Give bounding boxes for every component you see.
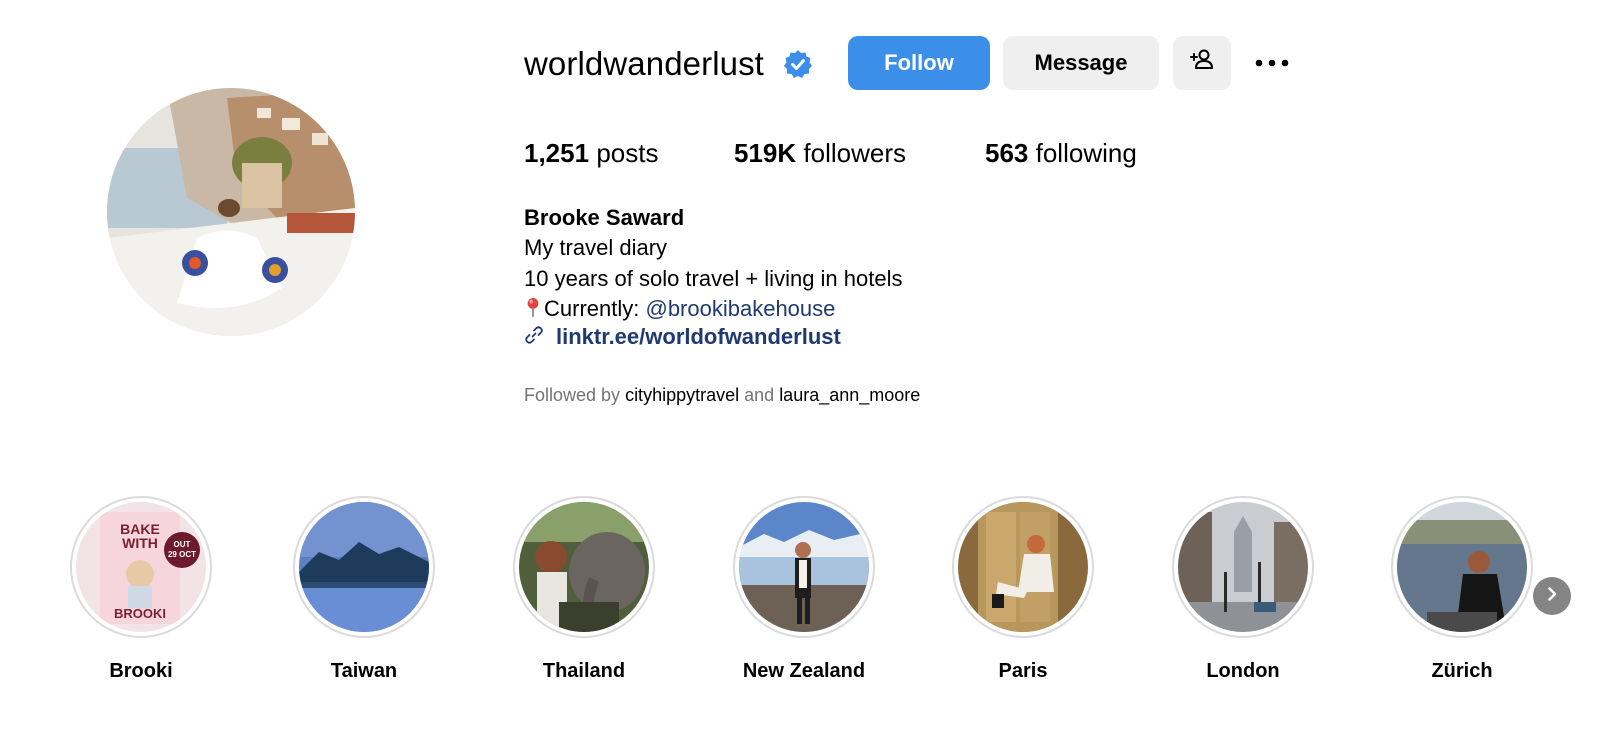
avatar-image xyxy=(107,88,355,336)
highlight-ring: BAKE WITH BROOKI OUT 29 OCT xyxy=(70,496,212,638)
highlight-item[interactable]: Zürich xyxy=(1387,496,1537,683)
highlight-item[interactable]: Thailand xyxy=(509,496,659,683)
highlight-item[interactable]: Paris xyxy=(948,496,1098,683)
highlight-label: Zürich xyxy=(1431,660,1493,682)
more-options-icon[interactable] xyxy=(1252,48,1292,78)
following-label: following xyxy=(1035,138,1137,168)
follower-username[interactable]: laura_ann_moore xyxy=(779,385,920,405)
highlight-cover: BAKE WITH BROOKI OUT 29 OCT xyxy=(76,502,206,632)
book-title-line: WITH xyxy=(122,535,158,551)
link-icon xyxy=(524,325,544,350)
badge-line: OUT xyxy=(174,540,191,549)
verified-badge-icon xyxy=(782,48,814,80)
following-count[interactable]: 563 following xyxy=(985,136,1137,170)
highlight-item[interactable]: BAKE WITH BROOKI OUT 29 OCT Brooki xyxy=(66,496,216,683)
add-user-icon xyxy=(1188,46,1216,80)
follow-button[interactable]: Follow xyxy=(848,36,990,90)
posts-number: 1,251 xyxy=(524,138,590,168)
highlight-label: Thailand xyxy=(542,660,626,682)
highlight-ring xyxy=(1172,496,1314,638)
highlight-label: Brooki xyxy=(109,660,173,682)
highlight-label: Paris xyxy=(998,660,1048,682)
highlight-ring xyxy=(293,496,435,638)
highlight-label: Taiwan xyxy=(330,660,398,682)
message-button[interactable]: Message xyxy=(1003,36,1159,90)
bio-line: 10 years of solo travel + living in hote… xyxy=(524,266,903,291)
suggested-users-button[interactable] xyxy=(1173,36,1231,90)
highlight-cover xyxy=(519,502,649,632)
followed-by-and: and xyxy=(744,385,775,405)
highlight-cover xyxy=(958,502,1088,632)
highlight-item[interactable]: London xyxy=(1168,496,1318,683)
followed-by-line: Followed by cityhippytravel and laura_an… xyxy=(524,382,920,408)
highlight-cover xyxy=(1178,502,1308,632)
profile-username: worldwanderlust xyxy=(524,45,764,82)
book-title-line: BROOKI xyxy=(114,606,166,621)
highlights-next-button[interactable] xyxy=(1533,577,1571,615)
highlight-ring xyxy=(513,496,655,638)
highlight-ring xyxy=(733,496,875,638)
posts-label: posts xyxy=(596,138,659,168)
link-text[interactable]: linktr.ee/worldofwanderlust xyxy=(556,324,841,350)
highlight-label: London xyxy=(1206,660,1280,682)
pin-icon xyxy=(524,296,544,326)
bio-current-line: Currently: @brookibakehouse xyxy=(524,294,835,326)
follower-username[interactable]: cityhippytravel xyxy=(625,385,739,405)
badge-line: 29 OCT xyxy=(168,550,196,559)
following-number: 563 xyxy=(985,138,1029,168)
bio-current-prefix: Currently: xyxy=(544,296,646,321)
highlight-item[interactable]: New Zealand xyxy=(729,496,879,683)
highlight-cover xyxy=(299,502,429,632)
highlight-ring xyxy=(1391,496,1533,638)
followers-count[interactable]: 519K followers xyxy=(734,136,906,170)
followers-label: followers xyxy=(803,138,906,168)
highlight-item[interactable]: Taiwan xyxy=(289,496,439,683)
highlight-cover xyxy=(1397,502,1527,632)
highlight-label: New Zealand xyxy=(742,660,866,682)
followed-by-prefix: Followed by xyxy=(524,385,621,405)
profile-full-name: Brooke Saward xyxy=(524,205,685,230)
followers-number: 519K xyxy=(734,138,797,168)
profile-avatar[interactable] xyxy=(107,88,355,336)
chevron-right-icon xyxy=(1544,586,1560,607)
bio-external-link[interactable]: linktr.ee/worldofwanderlust xyxy=(524,324,841,350)
mention-link[interactable]: @brookibakehouse xyxy=(645,296,835,321)
highlight-cover xyxy=(739,502,869,632)
posts-count: 1,251 posts xyxy=(524,136,658,170)
bio-line: My travel diary xyxy=(524,235,668,260)
highlight-ring xyxy=(952,496,1094,638)
